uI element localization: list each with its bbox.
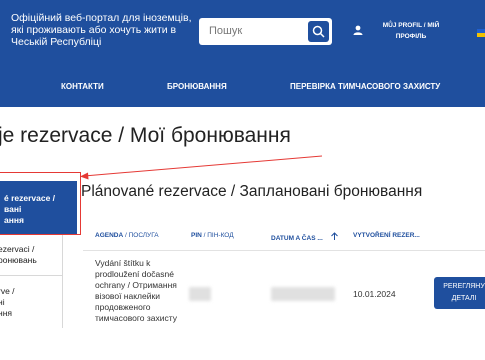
nav-bookings[interactable]: БРОНЮВАННЯ [167, 82, 227, 91]
sidebar-divider [0, 275, 63, 276]
sidebar-item-label: ння [0, 308, 12, 318]
view-details-label-2: ДЕТАЛІ [451, 295, 477, 302]
cell-date-redacted [271, 287, 335, 301]
sidebar-item-label: ezervaci / [0, 244, 35, 254]
column-header-pin-rest: / ПІН-КОД [201, 232, 234, 239]
my-profile-link[interactable]: MŮJ PROFIL / МІЙ ПРОФІЛЬ [378, 20, 444, 42]
cell-created: 10.01.2024 [353, 289, 396, 299]
sidebar-item-label: rve / [0, 286, 15, 296]
sort-arrow-up-icon[interactable] [330, 232, 338, 240]
portal-title[interactable]: Офіційний веб-портал для іноземців, які … [11, 12, 196, 48]
nav-contacts[interactable]: КОНТАКТИ [61, 82, 104, 91]
user-icon[interactable] [353, 25, 363, 35]
ukrainian-flag-icon[interactable] [477, 29, 485, 37]
view-details-button[interactable]: PEREГЛЯНУ ДЕТАЛІ [434, 277, 485, 309]
search-button[interactable] [308, 21, 329, 42]
site-header: Офіційний веб-портал для іноземців, які … [0, 0, 485, 107]
section-title: Plánované rezervace / Заплановані бронюв… [81, 183, 423, 200]
profile-line-2: ПРОФІЛЬ [395, 33, 427, 40]
sidebar-item-cancelled-reservations[interactable]: rve / ні ння [0, 286, 63, 319]
sidebar-item-past-reservations[interactable]: ezervaci / ронювань [0, 244, 63, 266]
column-header-agenda-bold: AGENDA [95, 232, 124, 239]
profile-line-1: MŮJ PROFIL / МІЙ [382, 22, 440, 29]
sidebar-item-label: ронювань [0, 255, 37, 265]
view-details-label-1: PEREГЛЯНУ [443, 283, 485, 290]
column-header-agenda[interactable]: AGENDA / ПОСЛУГА [95, 232, 159, 239]
search-field[interactable]: Пошук [199, 18, 332, 45]
sidebar-item-label: ні [0, 297, 5, 307]
page-title: je rezervace / Мої бронювання [0, 124, 291, 147]
cell-agenda: Vydání štítku k prodloužení dočasné ochr… [95, 258, 177, 323]
column-header-pin[interactable]: PIN / ПІН-КОД [191, 232, 234, 239]
search-input[interactable]: Пошук [209, 25, 242, 37]
search-icon [312, 25, 325, 38]
table-header-divider [83, 250, 485, 251]
column-header-created[interactable]: VYTVOŘENÍ REZER... [353, 232, 420, 239]
column-header-agenda-rest: / ПОСЛУГА [123, 232, 159, 239]
column-header-pin-bold: PIN [191, 232, 202, 239]
cell-pin-redacted [189, 287, 211, 301]
column-header-date[interactable]: DATUM A ČAS ... [271, 232, 338, 242]
nav-temporary-protection-check[interactable]: ПЕРЕВІРКА ТИМЧАСОВОГО ЗАХИСТУ [290, 82, 440, 91]
column-header-date-label: DATUM A ČAS ... [271, 235, 323, 242]
annotation-highlight-box [0, 172, 81, 235]
